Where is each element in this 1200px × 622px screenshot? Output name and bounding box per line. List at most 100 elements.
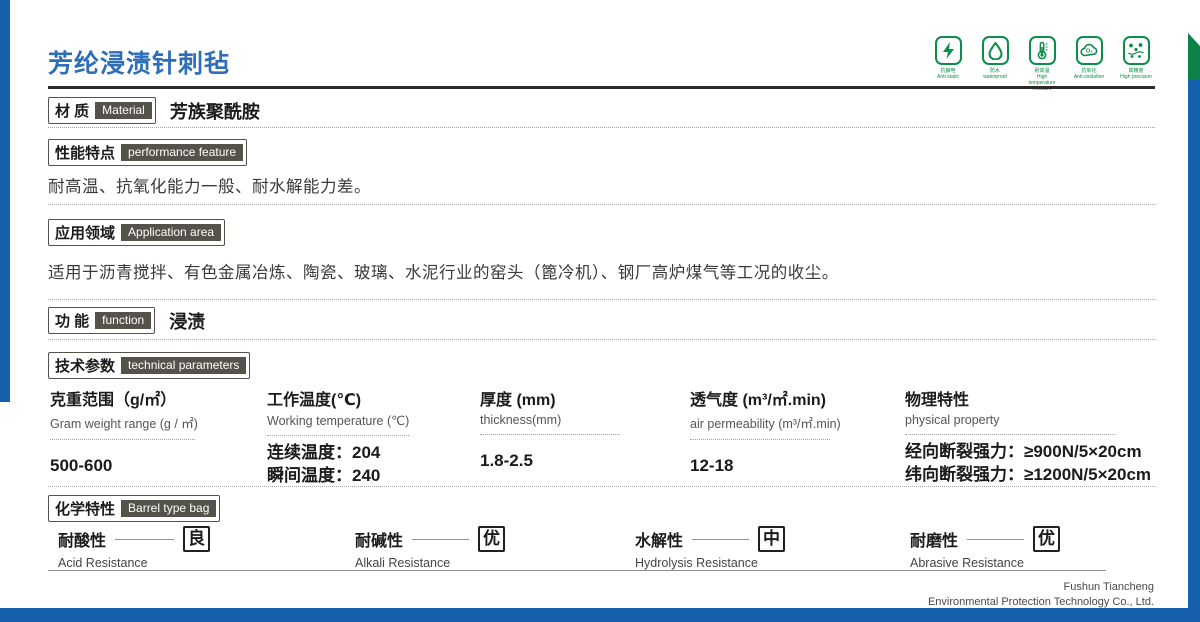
param-working-temperature: 工作温度(℃) Working temperature (℃) 连续温度：204… [267,386,467,488]
chem-label-en: Acid Resistance [58,556,148,571]
footer-line2: Environmental Protection Technology Co.,… [927,596,1154,609]
technical-label-cn: 技术参数 [55,358,116,375]
param-header-en: physical property [905,413,1000,427]
feature-badge-row: 抗静电 Anti-static 防水 waterproof 耐高温 High t… [930,36,1154,92]
svg-text:O₂: O₂ [1086,49,1093,55]
chem-connector-line [115,538,174,540]
param-value: 12-18 [690,456,734,475]
param-gram-weight: 克重范围（g/㎡） Gram weight range (g / ㎡) 500-… [50,386,250,478]
footer-line1: Fushun Tiancheng [1063,581,1154,593]
chem-abrasive-resistance: 耐磨性 优 Abrasive Resistance [910,526,1060,570]
material-label-en: Material [95,102,152,119]
function-value: 浸渍 [169,311,206,332]
section-technical: 技术参数 technical parameters [48,352,251,379]
chem-label-cn: 耐碱性 [355,533,404,551]
section-performance: 性能特点 performance feature [48,139,248,166]
param-header-cn: 厚度 (mm) [480,392,556,409]
right-green-accent [1188,33,1200,79]
chem-label-cn: 耐磨性 [910,533,959,551]
badge-label-cn: 高精度 [1128,68,1144,74]
badge-label-cn: 防水 [989,68,1000,74]
param-physical-property: 物理特性 physical property 经向断裂强力：≥900N/5×20… [905,386,1165,487]
material-chip: 材 质 Material [48,97,156,124]
cloud-o2-icon: O₂ [1075,36,1103,65]
param-header-en: Working temperature (℃) [267,414,410,428]
performance-text: 耐高温、抗氧化能力一般、耐水解能力差。 [48,178,371,196]
param-header-en: thickness(mm) [480,413,562,427]
param-header-cn: 工作温度(℃) [267,392,362,409]
header-rule [48,86,1155,89]
divider [48,339,1155,340]
badge-label-cn: 抗氧化 [1081,68,1097,74]
badge-label-cn: 抗静电 [940,68,956,74]
chem-grade-badge: 优 [1033,526,1060,553]
footer-rule [48,570,1106,571]
material-label-cn: 材 质 [55,103,90,120]
param-value: 连续温度：204 [267,443,381,462]
chem-label-en: Hydrolysis Resistance [635,556,758,571]
param-divider [905,434,1115,435]
param-divider [50,439,195,440]
chem-grade-badge: 中 [758,526,785,553]
chem-label-en: Alkali Resistance [355,556,451,571]
lightning-icon [934,36,962,65]
chem-grade-badge: 优 [478,526,505,553]
performance-label-cn: 性能特点 [55,145,116,162]
right-blue-accent [1188,79,1200,622]
badge-label-en: waterproof [983,74,1007,80]
chem-connector-line [967,538,1024,540]
badge-label-en: High temperature resistant [1028,74,1056,92]
divider [48,127,1155,128]
chem-connector-line [412,538,469,540]
badge-waterproof: 防水 waterproof [977,36,1013,92]
chem-label-en: Abrasive Resistance [910,556,1024,571]
param-divider [480,434,620,435]
technical-chip: 技术参数 technical parameters [48,352,251,379]
application-label-cn: 应用领域 [55,225,116,242]
badge-label-en: Anti-static [937,74,959,80]
param-divider [267,435,409,436]
function-label-cn: 功 能 [55,313,90,330]
section-material: 材 质 Material 芳族聚酰胺 [48,97,260,124]
divider [48,204,1155,205]
param-value: 经向断裂强力：≥900N/5×20cm [905,442,1142,461]
badge-high-temperature: 耐高温 High temperature resistant [1024,36,1060,92]
chem-alkali-resistance: 耐碱性 优 Alkali Resistance [355,526,505,570]
section-chemical: 化学特性 Barrel type bag [48,495,221,522]
section-function: 功 能 function 浸渍 [48,307,205,334]
left-blue-accent [0,0,10,402]
product-spec-page: 芳纶浸渍针刺毡 抗静电 Anti-static 防水 waterproof 耐高… [0,0,1200,622]
footer-company: Fushun Tiancheng Environmental Protectio… [928,580,1154,611]
param-value: 1.8-2.5 [480,451,533,470]
droplet-icon [981,36,1009,65]
param-header-cn: 克重范围（g/㎡） [50,392,177,409]
precision-dots-icon [1122,36,1150,65]
badge-high-precision: 高精度 High precision [1118,36,1154,92]
param-value: 纬向断裂强力：≥1200N/5×20cm [905,464,1152,484]
param-value: 500-600 [50,456,113,475]
chemical-chip: 化学特性 Barrel type bag [48,495,221,522]
function-label-en: function [95,312,152,329]
application-chip: 应用领域 Application area [48,219,226,246]
chem-acid-resistance: 耐酸性 良 Acid Resistance [58,526,210,570]
chem-connector-line [692,538,749,540]
application-text: 适用于沥青搅拌、有色金属冶炼、陶瓷、玻璃、水泥行业的窑头（篦冷机）、钢厂高炉煤气… [48,264,839,282]
thermometer-icon [1028,36,1056,65]
application-label-en: Application area [121,224,222,241]
material-value: 芳族聚酰胺 [169,101,260,122]
param-header-en: air permeability (m³/㎡.min) [690,417,841,431]
chem-label-cn: 耐酸性 [58,533,107,551]
chemical-label-cn: 化学特性 [55,501,116,518]
badge-label-en: Anti-oxidation [1073,74,1105,80]
divider [48,486,1155,487]
page-title: 芳纶浸渍针刺毡 [48,50,231,78]
param-header-en: Gram weight range (g / ㎡) [50,417,198,431]
function-chip: 功 能 function [48,307,156,334]
badge-anti-oxidation: O₂ 抗氧化 Anti-oxidation [1071,36,1107,92]
param-divider [690,439,830,440]
section-application: 应用领域 Application area [48,219,226,246]
badge-label-en: High precision [1120,74,1152,80]
performance-chip: 性能特点 performance feature [48,139,248,166]
performance-label-en: performance feature [121,144,244,161]
param-header-cn: 透气度 (m³/㎡.min) [690,392,826,409]
